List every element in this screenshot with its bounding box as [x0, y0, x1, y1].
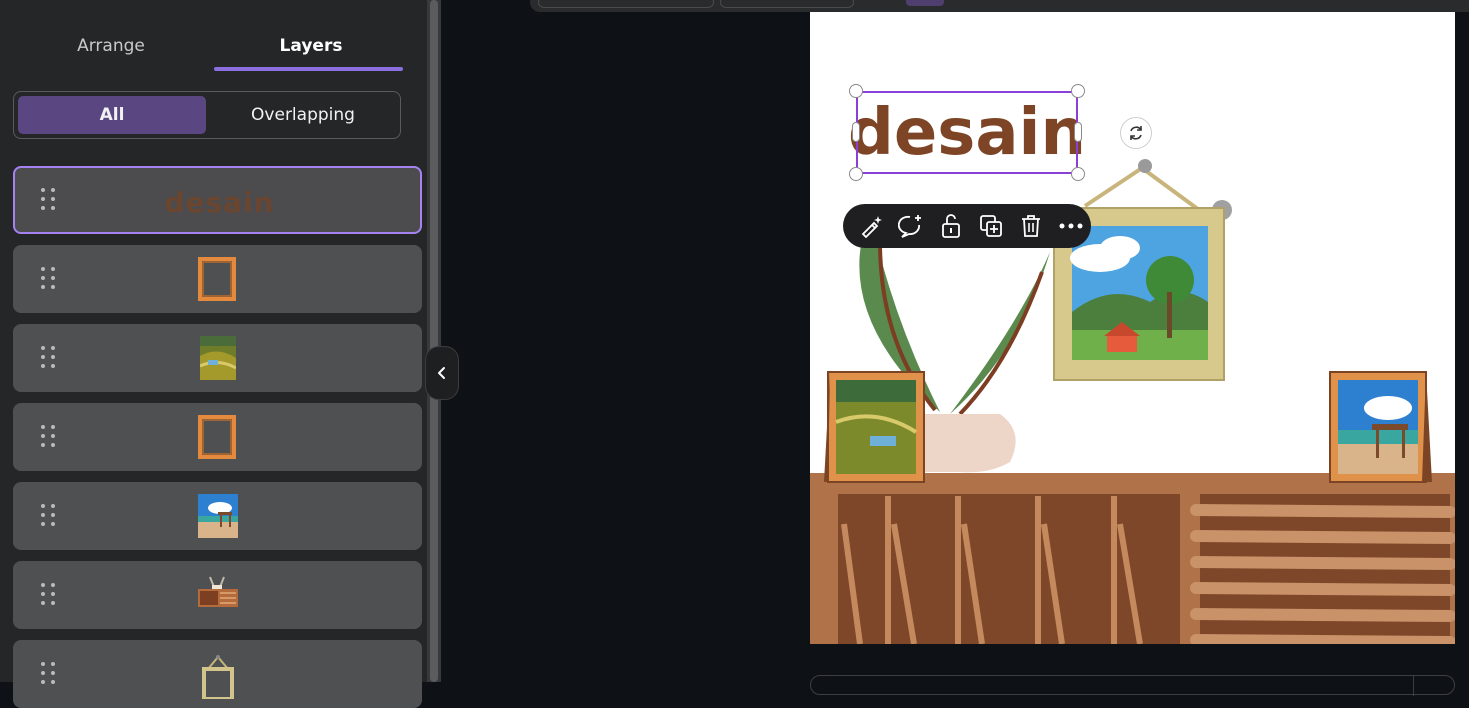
comment-button[interactable]	[893, 208, 929, 244]
layer-item-hanging-frame[interactable]	[13, 640, 422, 708]
more-button[interactable]	[1053, 208, 1089, 244]
active-tab-indicator	[214, 67, 403, 71]
layer-item-photo[interactable]	[13, 324, 422, 392]
top-toolbar	[530, 0, 1469, 12]
photo-thumbnail-icon	[197, 494, 238, 538]
drag-handle-icon[interactable]	[41, 425, 57, 451]
selection-box	[856, 91, 1078, 174]
toolbar-dropdown[interactable]	[538, 0, 714, 8]
side-panel: Arrange Layers All Overlapping desain	[0, 0, 427, 708]
chevron-left-icon	[438, 367, 445, 379]
drag-handle-icon[interactable]	[41, 662, 57, 688]
layer-thumbnail	[13, 403, 422, 471]
frame-thumbnail-icon	[197, 257, 236, 301]
drag-handle-icon[interactable]	[41, 188, 57, 214]
delete-icon	[1022, 215, 1040, 237]
layer-item-text[interactable]: desain	[13, 166, 422, 234]
toolbar-color-swatch[interactable]	[906, 0, 944, 6]
tab-layers[interactable]: Layers	[214, 22, 408, 70]
canvas-bottom-bar[interactable]	[810, 675, 1455, 696]
filter-all-button[interactable]: All	[18, 96, 206, 134]
comment-add-icon	[898, 215, 921, 238]
layer-thumbnail	[13, 324, 422, 392]
drag-handle-icon[interactable]	[41, 583, 57, 609]
layer-thumbnail: desain	[15, 168, 424, 236]
drag-handle-icon[interactable]	[41, 267, 57, 293]
magic-edit-icon	[861, 216, 882, 238]
layer-item-frame[interactable]	[13, 403, 422, 471]
tab-arrange[interactable]: Arrange	[14, 22, 208, 70]
layer-thumbnail	[13, 482, 422, 550]
drag-handle-icon[interactable]	[41, 504, 57, 530]
panel-scrollbar-thumb[interactable]	[430, 0, 438, 682]
magic-edit-button[interactable]	[853, 208, 889, 244]
resize-handle-bottom-right[interactable]	[1071, 167, 1085, 181]
duplicate-button[interactable]	[973, 208, 1009, 244]
cabinet-thumbnail-icon	[197, 576, 238, 607]
rotate-icon	[1130, 126, 1142, 140]
rotate-button[interactable]	[1120, 117, 1152, 149]
photo-thumbnail-icon	[199, 336, 236, 380]
panel-tabs: Arrange Layers	[14, 22, 403, 72]
resize-handle-top-right[interactable]	[1071, 84, 1085, 98]
layer-text-preview: desain	[164, 185, 275, 219]
divider	[1413, 676, 1414, 696]
layer-thumbnail	[13, 245, 422, 313]
collapse-panel-button[interactable]	[425, 346, 459, 400]
more-icon	[1059, 223, 1083, 229]
delete-button[interactable]	[1013, 208, 1049, 244]
filter-overlapping-button[interactable]: Overlapping	[210, 96, 396, 134]
resize-handle-right[interactable]	[1074, 122, 1082, 142]
resize-handle-bottom-left[interactable]	[849, 167, 863, 181]
resize-handle-left[interactable]	[852, 122, 860, 142]
layer-thumbnail	[13, 561, 422, 629]
unlock-icon	[942, 214, 960, 238]
layer-item-frame[interactable]	[13, 245, 422, 313]
hanging-frame-thumbnail-icon	[201, 655, 234, 699]
layer-item-cabinet[interactable]	[13, 561, 422, 629]
context-toolbar	[843, 204, 1091, 248]
duplicate-icon	[980, 215, 1002, 237]
layer-thumbnail	[13, 640, 422, 708]
lock-button[interactable]	[933, 208, 969, 244]
toolbar-dropdown[interactable]	[720, 0, 854, 8]
resize-handle-top-left[interactable]	[849, 84, 863, 98]
drag-handle-icon[interactable]	[41, 346, 57, 372]
layer-filter: All Overlapping	[13, 91, 401, 139]
layer-item-photo[interactable]	[13, 482, 422, 550]
frame-thumbnail-icon	[197, 415, 236, 459]
